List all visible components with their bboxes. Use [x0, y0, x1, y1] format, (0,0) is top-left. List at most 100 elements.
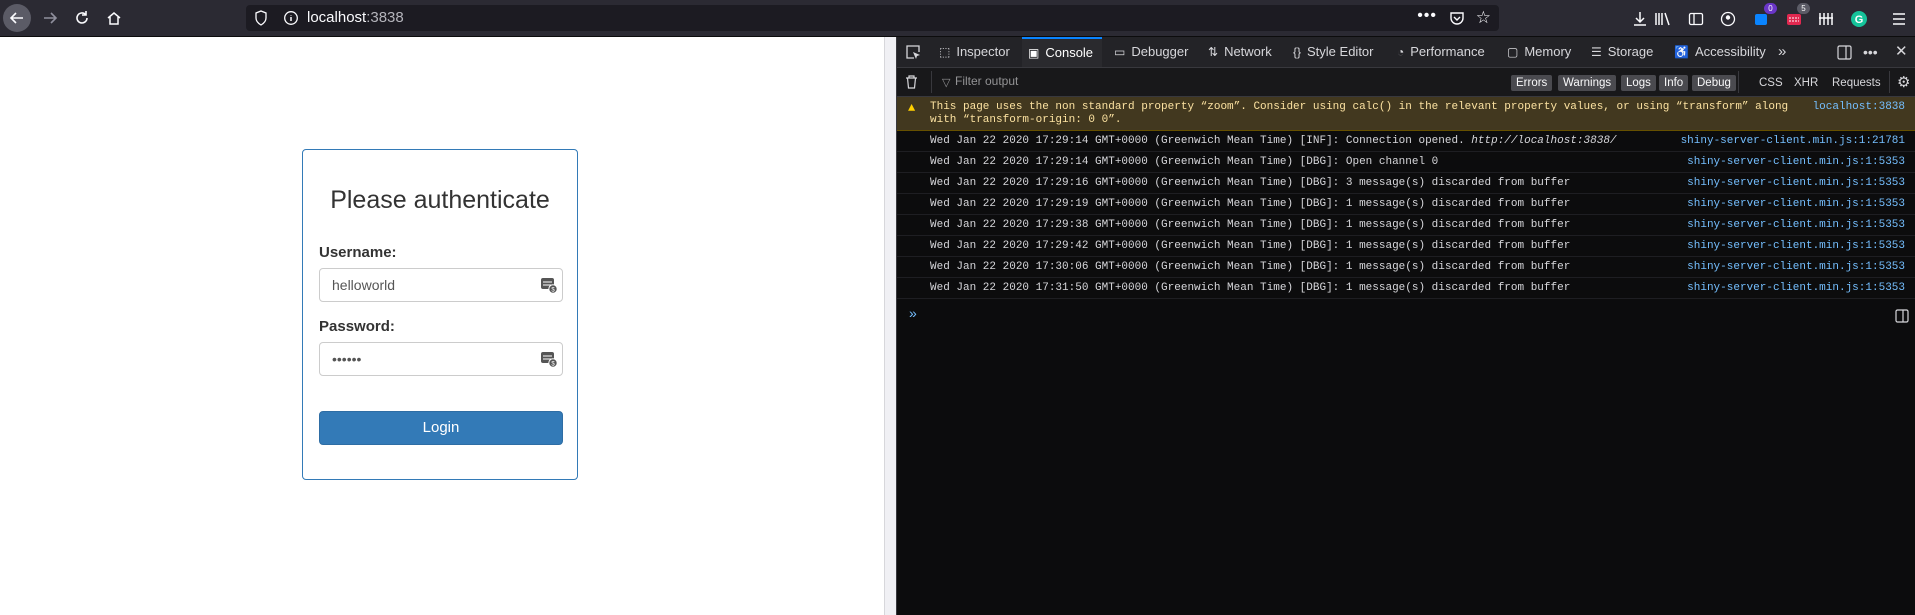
message-text: Wed Jan 22 2020 17:29:14 GMT+0000 (Green…: [930, 156, 1439, 168]
console-message: Wed Jan 22 2020 17:29:16 GMT+0000 (Green…: [897, 173, 1915, 194]
reload-icon: [76, 11, 88, 24]
message-text: Wed Jan 22 2020 17:29:42 GMT+0000 (Green…: [930, 240, 1571, 252]
filter-requests[interactable]: Requests: [1832, 75, 1881, 91]
devtools-tabbar: ⬚ Inspector ▣ Console ▭ Debugger ⇅ Network {…: [897, 37, 1915, 68]
message-text: Wed Jan 22 2020 17:30:06 GMT+0000 (Green…: [930, 261, 1571, 273]
dock-side-icon[interactable]: [1837, 37, 1852, 67]
downloads-icon[interactable]: [1630, 9, 1650, 29]
site-info-icon[interactable]: [283, 10, 299, 30]
auth-panel: Please authenticate Username: helloworld…: [302, 149, 578, 480]
console-input-prompt[interactable]: »: [909, 305, 917, 321]
message-source-link[interactable]: shiny-server-client.min.js:1:5353: [1687, 219, 1905, 231]
message-source-link[interactable]: shiny-server-client.min.js:1:5353: [1687, 240, 1905, 252]
memory-icon: ▢: [1507, 45, 1519, 59]
console-message: Wed Jan 22 2020 17:30:06 GMT+0000 (Green…: [897, 257, 1915, 278]
back-button[interactable]: [3, 4, 31, 32]
close-devtools-icon[interactable]: ✕: [1895, 37, 1908, 67]
divider: [931, 71, 932, 93]
message-text: This page uses the non standard property…: [930, 101, 1789, 113]
console-message: Wed Jan 22 2020 17:29:14 GMT+0000 (Green…: [897, 131, 1915, 152]
sidebar-icon[interactable]: [1686, 9, 1706, 29]
extension-badge: 0: [1764, 3, 1777, 14]
message-text: Wed Jan 22 2020 17:29:14 GMT+0000 (Green…: [930, 135, 1617, 147]
tab-console[interactable]: ▣ Console: [1022, 37, 1103, 67]
filter-warnings[interactable]: Warnings: [1558, 75, 1617, 91]
login-button[interactable]: Login: [319, 411, 563, 445]
home-button[interactable]: [100, 4, 128, 32]
filter-info[interactable]: Info: [1659, 75, 1689, 91]
message-source-link[interactable]: shiny-server-client.min.js:1:21781: [1681, 135, 1905, 147]
console-output: ▲ This page uses the non standard proper…: [897, 97, 1915, 299]
filter-output-input[interactable]: Filter output: [955, 74, 1018, 88]
menu-icon[interactable]: [1889, 9, 1909, 29]
bookmark-star-icon[interactable]: ☆: [1476, 8, 1491, 28]
filter-icon: ▽: [942, 77, 951, 89]
tab-label: Performance: [1410, 44, 1485, 59]
inspector-icon: ⬚: [939, 45, 951, 59]
url-text: localhost:3838: [307, 9, 404, 26]
mail-extension-icon[interactable]: 5: [1784, 3, 1810, 29]
password-manager-icon[interactable]: $: [540, 276, 558, 294]
tab-storage[interactable]: ☰ Storage: [1591, 37, 1653, 67]
filter-css[interactable]: CSS: [1759, 75, 1783, 91]
tab-style-editor[interactable]: {} Style Editor: [1293, 37, 1374, 67]
console-settings-gear-icon[interactable]: ⚙: [1897, 73, 1910, 91]
console-icon: ▣: [1028, 46, 1040, 60]
filter-errors[interactable]: Errors: [1511, 75, 1553, 91]
filter-logs[interactable]: Logs: [1621, 75, 1656, 91]
tab-label: Memory: [1524, 44, 1572, 59]
web-page: Please authenticate Username: helloworld…: [0, 37, 884, 615]
clear-console-icon[interactable]: [905, 75, 918, 92]
tab-accessibility[interactable]: ♿ Accessibility: [1674, 37, 1766, 67]
filter-xhr[interactable]: XHR: [1794, 75, 1818, 91]
library-icon[interactable]: [1653, 9, 1673, 29]
performance-icon: ◔: [1397, 45, 1405, 59]
reload-button[interactable]: [68, 4, 96, 32]
message-source-link[interactable]: shiny-server-client.min.js:1:5353: [1687, 156, 1905, 168]
forward-button[interactable]: [36, 4, 64, 32]
username-label: Username:: [319, 244, 397, 261]
message-source-link[interactable]: shiny-server-client.min.js:1:5353: [1687, 282, 1905, 294]
tools-extension-icon[interactable]: [1816, 9, 1836, 29]
console-message: Wed Jan 22 2020 17:29:42 GMT+0000 (Green…: [897, 236, 1915, 257]
tab-network[interactable]: ⇅ Network: [1208, 37, 1272, 67]
page-title: Please authenticate: [330, 186, 550, 214]
account-icon[interactable]: [1718, 9, 1738, 29]
message-url-link[interactable]: http://localhost:3838/: [1471, 135, 1616, 147]
home-icon: [107, 12, 121, 25]
message-text: Wed Jan 22 2020 17:29:38 GMT+0000 (Green…: [930, 219, 1571, 231]
message-source-link[interactable]: shiny-server-client.min.js:1:5353: [1687, 177, 1905, 189]
style-editor-icon: {}: [1293, 45, 1302, 59]
filter-debug[interactable]: Debug: [1692, 75, 1736, 91]
message-text: Wed Jan 22 2020 17:29:16 GMT+0000 (Green…: [930, 177, 1571, 189]
browser-toolbar: localhost:3838 ••• ☆ 0 5 G: [0, 0, 1915, 37]
password-input[interactable]: ••••••: [319, 342, 563, 376]
tab-label: Accessibility: [1694, 44, 1766, 59]
console-message: Wed Jan 22 2020 17:31:50 GMT+0000 (Green…: [897, 278, 1915, 299]
devtools-splitter[interactable]: [884, 37, 897, 615]
tracking-protection-icon[interactable]: [254, 10, 268, 30]
username-input[interactable]: helloworld: [319, 268, 563, 302]
message-source-link[interactable]: shiny-server-client.min.js:1:5353: [1687, 261, 1905, 273]
url-bar[interactable]: localhost:3838 ••• ☆: [246, 5, 1499, 31]
message-source-link[interactable]: localhost:3838: [1813, 101, 1905, 113]
password-manager-icon[interactable]: $: [540, 350, 558, 368]
tab-debugger[interactable]: ▭ Debugger: [1114, 37, 1188, 67]
more-tabs-icon[interactable]: »: [1778, 37, 1786, 67]
editor-mode-toggle-icon[interactable]: [1895, 309, 1909, 326]
arrow-left-icon: [9, 12, 23, 24]
devtools-menu-icon[interactable]: •••: [1863, 37, 1878, 67]
extension-icon[interactable]: 0: [1751, 3, 1777, 29]
grammarly-icon[interactable]: G: [1849, 9, 1869, 29]
element-picker-icon[interactable]: [905, 37, 921, 67]
tab-inspector[interactable]: ⬚ Inspector: [939, 37, 1010, 67]
page-actions-icon[interactable]: •••: [1417, 7, 1437, 25]
network-icon: ⇅: [1208, 45, 1219, 59]
tab-memory[interactable]: ▢ Memory: [1507, 37, 1571, 67]
message-source-link[interactable]: shiny-server-client.min.js:1:5353: [1687, 198, 1905, 210]
message-text: Wed Jan 22 2020 17:31:50 GMT+0000 (Green…: [930, 282, 1571, 294]
tab-performance[interactable]: ◔ Performance: [1397, 37, 1485, 67]
console-message: Wed Jan 22 2020 17:29:14 GMT+0000 (Green…: [897, 152, 1915, 173]
tab-label: Console: [1045, 45, 1094, 60]
pocket-icon[interactable]: [1449, 10, 1465, 30]
